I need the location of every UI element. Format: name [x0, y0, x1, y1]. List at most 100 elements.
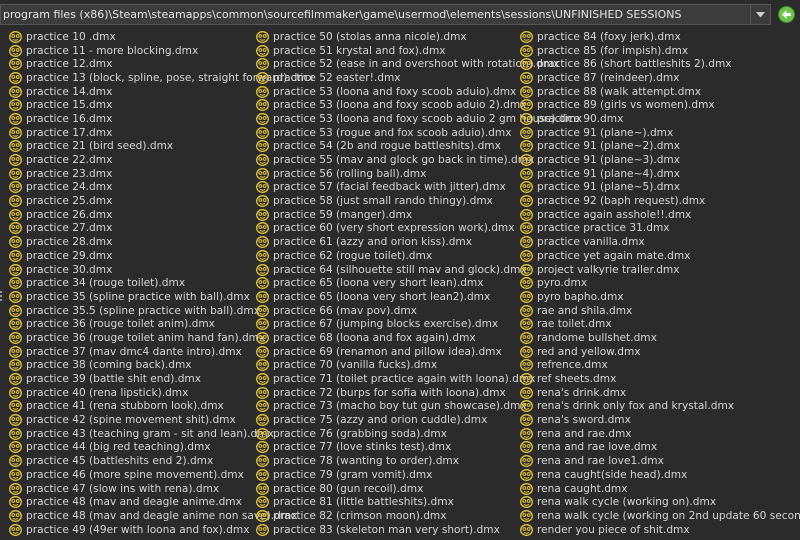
- sfm-session-icon: [256, 71, 269, 84]
- path-input[interactable]: program files (x86)\Steam\steamapps\comm…: [0, 4, 751, 25]
- file-name: practice yet again mate.dmx: [537, 249, 691, 262]
- file-item[interactable]: rae and shila.dmx: [520, 304, 800, 318]
- file-name: pyro.dmx: [537, 277, 588, 290]
- sfm-session-icon: [256, 236, 269, 249]
- sfm-session-icon: [9, 345, 22, 358]
- file-item[interactable]: rena and rae love.dmx: [520, 441, 800, 455]
- file-name: practice 66 (mav pov).dmx: [273, 304, 417, 317]
- file-item[interactable]: practice 92 (baph request).dmx: [520, 194, 800, 208]
- sfm-session-icon: [256, 195, 269, 208]
- sfm-session-icon: [9, 154, 22, 166]
- file-item[interactable]: practice 91 (plane~3).dmx: [520, 153, 800, 167]
- file-name: refrence.dmx: [537, 359, 608, 372]
- file-item[interactable]: rena's sword.dmx: [520, 413, 800, 427]
- file-item[interactable]: rena and rae love1.dmx: [520, 454, 800, 468]
- file-name: practice 41 (rena stubborn look).dmx: [26, 400, 224, 413]
- sfm-session-icon: [256, 441, 269, 454]
- sfm-session-icon: [9, 304, 22, 317]
- sfm-session-icon: [520, 181, 533, 194]
- sfm-session-icon: [520, 332, 533, 344]
- file-item[interactable]: practice practice 31.dmx: [520, 222, 800, 236]
- file-name: render you piece of shit.dmx: [537, 523, 690, 536]
- file-item[interactable]: rena and rae.dmx: [520, 427, 800, 441]
- sfm-session-icon: [256, 455, 269, 468]
- file-item[interactable]: practice 91 (plane~2).dmx: [520, 140, 800, 154]
- file-name: practice 82 (crimson moon).dmx: [273, 509, 447, 522]
- file-name: practice 72 (burps for sofia with loona)…: [273, 386, 506, 399]
- file-name: rena caught(side head).dmx: [537, 468, 688, 481]
- back-button[interactable]: [777, 5, 796, 24]
- file-item[interactable]: practice 89 (girls vs women).dmx: [520, 98, 800, 112]
- file-name: practice 81 (little battleshits).dmx: [273, 496, 454, 509]
- file-name: practice 16.dmx: [26, 112, 113, 125]
- file-item[interactable]: practice 91 (plane~).dmx: [520, 126, 800, 140]
- file-item[interactable]: rena's drink.dmx: [520, 386, 800, 400]
- file-item[interactable]: pyro bapho.dmx: [520, 290, 800, 304]
- file-item[interactable]: practice 91 (plane~5).dmx: [520, 181, 800, 195]
- sfm-session-icon: [256, 523, 269, 536]
- file-item[interactable]: rena walk cycle (working on 2nd update 6…: [520, 509, 800, 523]
- file-name: practice 23.dmx: [26, 167, 113, 180]
- file-name: practice 36 (rouge toilet anim).dmx: [26, 318, 215, 331]
- file-name: practice 55 (mav and glock go back in ti…: [273, 154, 535, 167]
- file-item[interactable]: red and yellow.dmx: [520, 345, 800, 359]
- file-item[interactable]: render you piece of shit.dmx: [520, 523, 800, 537]
- sfm-session-icon: [520, 249, 533, 262]
- file-name: practice 39 (battle shit end).dmx: [26, 373, 202, 386]
- address-bar: program files (x86)\Steam\steamapps\comm…: [0, 4, 772, 25]
- file-name: pyro bapho.dmx: [537, 290, 624, 303]
- file-item[interactable]: rena caught.dmx: [520, 482, 800, 496]
- file-item[interactable]: rae toilet.dmx: [520, 317, 800, 331]
- file-item[interactable]: pyro.dmx: [520, 276, 800, 290]
- file-item[interactable]: rena caught(side head).dmx: [520, 468, 800, 482]
- sfm-session-icon: [256, 468, 269, 481]
- file-item[interactable]: practice again asshole!!.dmx: [520, 208, 800, 222]
- file-item[interactable]: rena walk cycle (working on).dmx: [520, 495, 800, 509]
- sfm-session-icon: [520, 400, 533, 413]
- file-name: red and yellow.dmx: [537, 345, 641, 358]
- file-item[interactable]: practice 88 (walk attempt.dmx: [520, 85, 800, 99]
- file-name: practice 37 (mav dmc4 dante intro).dmx: [26, 345, 242, 358]
- file-name: practice 60 (very short expression work)…: [273, 222, 515, 235]
- file-name: practice 85 (for impish).dmx: [537, 44, 689, 57]
- sfm-session-icon: [9, 181, 22, 194]
- file-item[interactable]: practice 91 (plane~4).dmx: [520, 167, 800, 181]
- file-name: practice 62 (rogue toilet).dmx: [273, 249, 433, 262]
- sfm-session-icon: [256, 208, 269, 221]
- sfm-session-icon: [520, 167, 533, 180]
- file-column: practice 84 (foxy jerk).dmx practice 85 (…: [520, 30, 800, 536]
- file-name: practice 56 (rolling ball).dmx: [273, 167, 427, 180]
- file-item[interactable]: practice yet again mate.dmx: [520, 249, 800, 263]
- file-name: practice 53 (rogue and fox scoob aduio).…: [273, 126, 512, 139]
- file-item[interactable]: practice 84 (foxy jerk).dmx: [520, 30, 800, 44]
- file-item[interactable]: practice 86 (short battleshits 2).dmx: [520, 57, 800, 71]
- sfm-session-icon: [520, 71, 533, 84]
- file-name: practice 44 (big red teaching).dmx: [26, 441, 211, 454]
- file-item[interactable]: project valkyrie trailer.dmx: [520, 263, 800, 277]
- file-item[interactable]: refrence.dmx: [520, 359, 800, 373]
- file-item[interactable]: practice 85 (for impish).dmx: [520, 44, 800, 58]
- file-item[interactable]: rena's drink only fox and krystal.dmx: [520, 400, 800, 414]
- sfm-session-icon: [9, 71, 22, 84]
- sfm-session-icon: [256, 332, 269, 344]
- file-name: rae toilet.dmx: [537, 318, 612, 331]
- path-dropdown-button[interactable]: [751, 4, 771, 25]
- file-item[interactable]: ref sheets.dmx: [520, 372, 800, 386]
- file-item[interactable]: practice 87 (reindeer).dmx: [520, 71, 800, 85]
- sfm-session-icon: [9, 85, 22, 98]
- file-item[interactable]: practice 90.dmx: [520, 112, 800, 126]
- file-name: randome bullshet.dmx: [537, 331, 657, 344]
- sfm-session-icon: [520, 195, 533, 208]
- file-item[interactable]: randome bullshet.dmx: [520, 331, 800, 345]
- sfm-session-icon: [256, 222, 269, 235]
- sfm-session-icon: [9, 126, 22, 139]
- sfm-session-icon: [520, 99, 533, 112]
- sfm-session-icon: [256, 509, 269, 522]
- file-name: practice 57 (facial feedback with jitter…: [273, 181, 506, 194]
- file-item[interactable]: practice vanilla.dmx: [520, 235, 800, 249]
- file-name: practice 30.dmx: [26, 263, 113, 276]
- sfm-session-icon: [256, 154, 269, 166]
- sfm-session-icon: [9, 249, 22, 262]
- file-name: practice 24.dmx: [26, 181, 113, 194]
- sfm-session-icon: [520, 414, 533, 427]
